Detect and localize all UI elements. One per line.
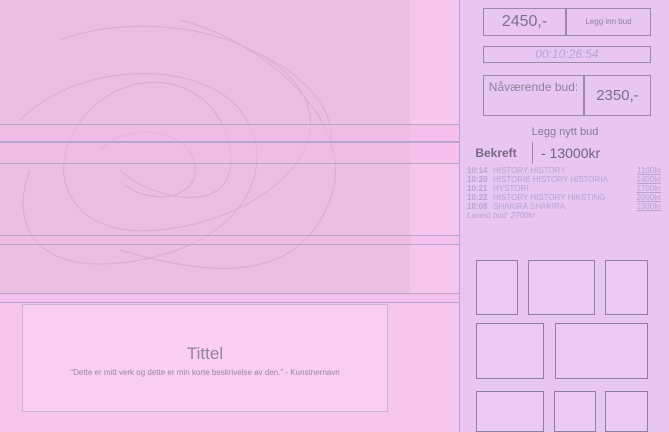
bid-history: 10:14 HISTORY HISTORY 1100kr 10:20 HISTO… [467,166,661,221]
history-time: 10:20 [467,175,488,184]
history-amount: 2300kr [636,202,661,211]
history-row: 10:08 SHAKIRA SHAKIRA 2300kr [467,202,661,211]
current-bid-value: 2350,- [584,75,651,116]
artwork-quote: "Dette er mitt verk og dette er min kort… [70,368,340,377]
history-amount: 2000kr [636,193,661,202]
history-row: 10:20 HISTORIE HISTORY HISTORIA 1400kr [467,175,661,184]
thumbnail-image[interactable] [476,260,518,315]
history-row: 10:21 HYSTORI 1700kr [467,184,661,193]
thumbnail-image[interactable] [554,391,596,432]
history-bidder: HISTORIE HISTORY HISTORIA [493,175,608,184]
current-bid-label: Nåværende bud: [483,75,584,116]
history-row: 10:14 HISTORY HISTORY 1100kr [467,166,661,175]
history-amount: 1700kr [636,184,661,193]
history-row: 10:22 HISTORY HISTORY HIKSTING 2000kr [467,193,661,202]
artwork-info-card: Tittel "Dette er mitt verk og dette er m… [22,304,388,412]
history-time: 10:21 [467,184,488,193]
thumbnail-image[interactable] [605,391,648,432]
thumbnail-image[interactable] [476,391,544,432]
history-time: 10:14 [467,166,488,175]
thumbnail-image[interactable] [528,260,595,315]
thumbnail-image[interactable] [476,323,544,379]
history-amount: 1100kr [637,166,661,175]
auction-panel: 2450,- Legg inn bud 00:10:26:54 Nåværend… [459,0,669,432]
history-bidder: HYSTORI [493,184,529,193]
history-time: 10:22 [467,193,488,202]
new-bid-title: Legg nytt bud [531,126,599,138]
start-price: 2450,- [483,8,566,36]
countdown-timer: 00:10:26:54 [483,46,651,63]
history-bidder: HISTORY HISTORY HIKSTING [493,193,606,202]
place-bid-button[interactable]: Legg inn bud [566,8,651,36]
thumbnail-image[interactable] [605,260,648,315]
bid-amount-input[interactable] [536,142,669,164]
history-amount: 1400kr [636,175,661,184]
thumbnail-image[interactable] [555,323,648,379]
history-bidder: HISTORY HISTORY [493,166,566,175]
history-bidder: SHAKIRA SHAKIRA [493,202,566,211]
artwork-title: Tittel [186,344,224,363]
confirm-bid-button[interactable]: Bekreft [460,142,533,164]
history-time: 10:08 [467,202,488,211]
lowest-bid-note: Lavest bud: 2700kr [467,211,536,220]
